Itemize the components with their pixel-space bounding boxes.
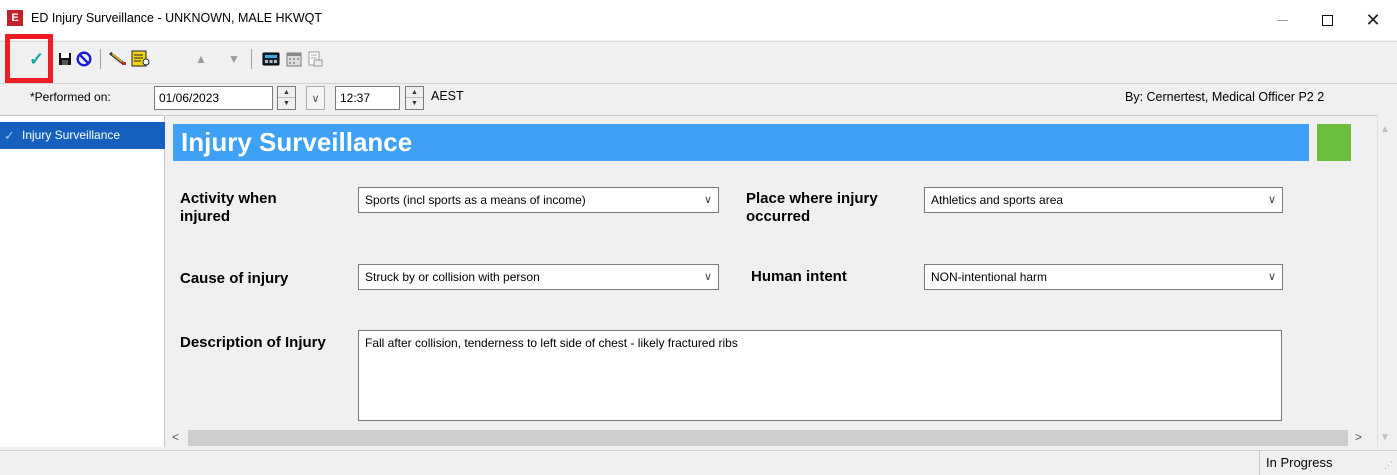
window-title: ED Injury Surveillance - UNKNOWN, MALE H… <box>31 11 323 25</box>
timezone-label: AEST <box>431 89 464 103</box>
form-browser-icon[interactable] <box>131 50 151 68</box>
toolbar-separator <box>100 49 101 69</box>
description-textarea[interactable]: Fall after collision, tenderness to left… <box>358 330 1282 421</box>
status-bar <box>0 450 1397 475</box>
spin-up-icon[interactable]: ▲ <box>278 87 295 98</box>
performed-time-input[interactable]: 12:37 <box>335 86 400 110</box>
intent-value: NON-intentional harm <box>931 270 1048 284</box>
spin-up-icon[interactable]: ▲ <box>406 87 423 98</box>
maximize-button[interactable] <box>1304 0 1350 40</box>
highlight-annotation <box>5 34 53 83</box>
chevron-down-icon: ∨ <box>311 92 320 105</box>
chevron-down-icon: ∨ <box>703 271 712 283</box>
date-picker-button[interactable]: ∨ <box>306 86 325 110</box>
description-label: Description of Injury <box>180 334 326 351</box>
performed-date-input[interactable]: 01/06/2023 <box>154 86 273 110</box>
place-value: Athletics and sports area <box>931 193 1064 207</box>
resize-grip-icon[interactable]: ⋰ <box>1384 460 1393 471</box>
minimize-button[interactable] <box>1259 0 1305 40</box>
activity-select[interactable]: Sports (incl sports as a means of income… <box>358 187 719 213</box>
place-label: Place where injury occurred <box>746 190 878 225</box>
calendar-icon[interactable] <box>286 50 302 68</box>
form-section-nav <box>0 115 165 447</box>
nav-item-injury-surveillance[interactable]: ✓ Injury Surveillance <box>0 122 165 149</box>
scroll-up-icon[interactable]: ▲ <box>1380 124 1390 135</box>
close-button[interactable]: ✕ <box>1350 0 1396 40</box>
toolbar-separator <box>251 49 252 69</box>
cause-label: Cause of injury <box>180 270 289 287</box>
status-indicator <box>1317 124 1351 161</box>
section-banner: Injury Surveillance <box>173 124 1309 161</box>
app-icon: E <box>7 10 23 26</box>
vertical-scrollbar[interactable] <box>1377 115 1397 447</box>
time-spinner[interactable]: ▲ ▼ <box>405 86 424 110</box>
status-text: In Progress <box>1259 450 1374 475</box>
print-preview-icon[interactable] <box>307 50 323 68</box>
minimize-icon <box>1276 19 1288 21</box>
scroll-down-icon[interactable]: ▼ <box>1380 432 1390 443</box>
spin-down-icon[interactable]: ▼ <box>406 98 423 109</box>
chevron-down-icon: ∨ <box>1267 271 1276 283</box>
chevron-down-icon: ∨ <box>1267 194 1276 206</box>
toolbar <box>0 41 1397 82</box>
cancel-icon[interactable] <box>76 50 92 68</box>
nav-item-label: Injury Surveillance <box>22 128 121 142</box>
save-icon[interactable] <box>58 50 72 68</box>
scroll-left-icon[interactable]: < <box>172 430 179 444</box>
place-select[interactable]: Athletics and sports area ∨ <box>924 187 1283 213</box>
checkmark-icon: ✓ <box>4 128 15 143</box>
calculator-icon[interactable] <box>262 50 280 68</box>
move-up-icon[interactable]: ▲ <box>195 50 207 68</box>
activity-value: Sports (incl sports as a means of income… <box>365 193 586 207</box>
date-spinner[interactable]: ▲ ▼ <box>277 86 296 110</box>
horizontal-scroll-thumb[interactable] <box>188 430 1348 446</box>
intent-select[interactable]: NON-intentional harm ∨ <box>924 264 1283 290</box>
performed-on-label: *Performed on: <box>30 90 111 104</box>
edit-icon[interactable] <box>108 50 128 68</box>
intent-label: Human intent <box>751 268 847 285</box>
activity-label: Activity when injured <box>180 190 277 225</box>
move-down-icon[interactable]: ▼ <box>228 50 240 68</box>
performed-by-label: By: Cernertest, Medical Officer P2 2 <box>1125 90 1325 104</box>
scroll-right-icon[interactable]: > <box>1355 430 1362 444</box>
cause-value: Struck by or collision with person <box>365 270 540 284</box>
chevron-down-icon: ∨ <box>703 194 712 206</box>
cause-select[interactable]: Struck by or collision with person ∨ <box>358 264 719 290</box>
spin-down-icon[interactable]: ▼ <box>278 98 295 109</box>
maximize-icon <box>1321 14 1333 26</box>
